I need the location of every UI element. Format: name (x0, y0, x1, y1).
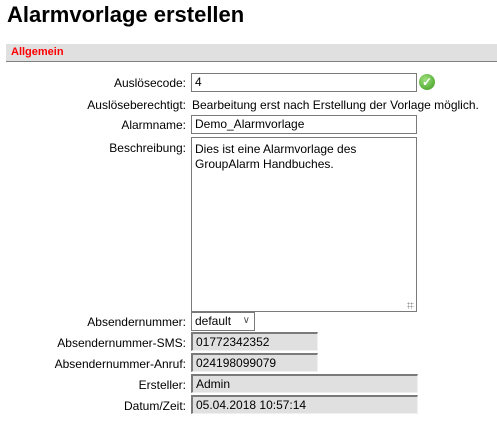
name-label: Alarmname: (121, 118, 186, 132)
check-circle-icon: ✓ (419, 74, 435, 90)
beschreibung-text: Dies ist eine Alarmvorlage des GroupAlar… (195, 142, 357, 171)
absendernummer-value: default (195, 314, 232, 328)
resize-grip-icon[interactable] (407, 302, 414, 309)
beschreibung-label: Beschreibung: (109, 141, 186, 155)
ersteller-label: Ersteller: (138, 378, 186, 392)
section-title: Allgemein (11, 46, 64, 58)
datum-input: 05.04.2018 10:57:14 (191, 395, 418, 414)
page-title: Alarmvorlage erstellen (7, 2, 245, 27)
section-header: Allgemein (6, 44, 497, 62)
sms-label: Absendernummer-SMS: (57, 336, 186, 350)
absendernummer-select[interactable]: default ∨ (191, 312, 255, 331)
sms-input: 01772342352 (191, 332, 318, 351)
datum-label: Datum/Zeit: (123, 399, 186, 413)
ersteller-input: Admin (191, 374, 418, 393)
code-input[interactable]: 4 (191, 73, 417, 92)
code-label: Auslösecode: (113, 76, 186, 90)
absender-label: Absendernummer: (87, 315, 186, 329)
alarmname-input[interactable]: Demo_Alarmvorlage (191, 115, 417, 134)
chevron-down-icon: ∨ (242, 315, 250, 326)
anruf-label: Absendernummer-Anruf: (54, 357, 186, 371)
anruf-input: 024198099079 (191, 353, 318, 372)
berechtigt-label: Auslöseberechtigt: (87, 98, 186, 112)
beschreibung-textarea[interactable]: Dies ist eine Alarmvorlage des GroupAlar… (191, 137, 417, 312)
berechtigt-value: Bearbeitung erst nach Erstellung der Vor… (192, 98, 479, 112)
